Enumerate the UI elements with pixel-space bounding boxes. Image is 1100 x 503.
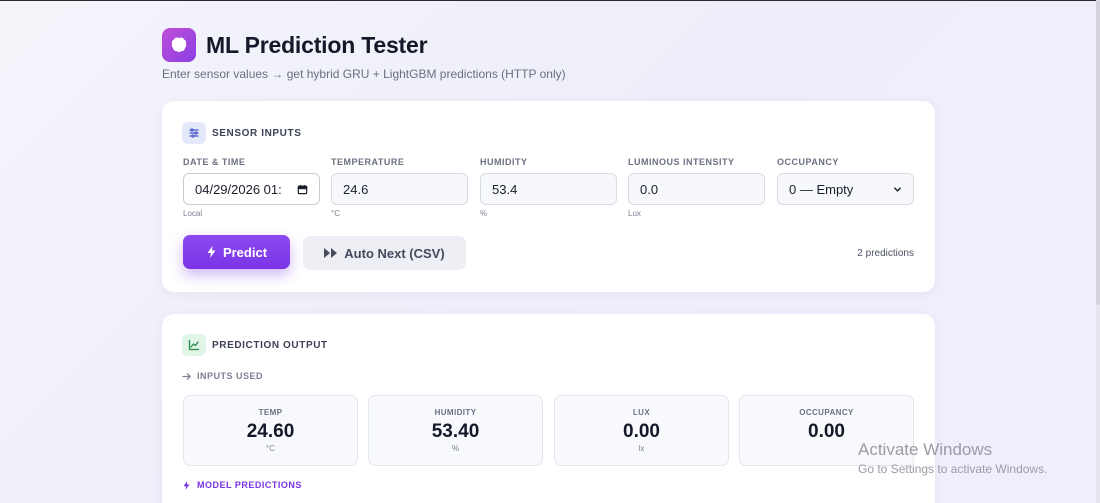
occupancy-label: OCCUPANCY xyxy=(777,157,839,167)
auto-next-button-label: Auto Next (CSV) xyxy=(344,245,445,261)
model-predictions-label: MODEL PREDICTIONS xyxy=(197,480,302,490)
page-title: ML Prediction Tester xyxy=(206,32,428,58)
humidity-hint: % xyxy=(480,209,488,218)
metric-label: HUMIDITY xyxy=(434,408,477,417)
temperature-hint: °C xyxy=(331,209,340,218)
metric-value: 0.00 xyxy=(623,421,660,442)
watermark-line2: Go to Settings to activate Windows. xyxy=(858,462,1048,476)
app-logo xyxy=(162,28,196,62)
prediction-count: 2 predictions xyxy=(857,248,914,259)
datetime-label: DATE & TIME xyxy=(183,157,246,167)
prediction-output-title: PREDICTION OUTPUT xyxy=(212,339,328,351)
temperature-field: TEMPERATURE °C xyxy=(331,157,468,218)
watermark-line1: Activate Windows xyxy=(858,440,993,459)
calendar-icon[interactable] xyxy=(297,184,308,195)
page-subtitle: Enter sensor values → get hybrid GRU + L… xyxy=(162,67,566,81)
temperature-label: TEMPERATURE xyxy=(331,157,405,167)
humidity-input[interactable] xyxy=(480,173,617,205)
window-top-border xyxy=(0,0,1100,1)
metric-value: 53.40 xyxy=(431,421,480,442)
arrow-right-icon xyxy=(182,372,191,380)
sliders-icon xyxy=(182,122,206,144)
predict-button-label: Predict xyxy=(222,244,268,260)
occupancy-value: 0 — Empty xyxy=(789,181,854,197)
humidity-label: HUMIDITY xyxy=(480,157,528,167)
prediction-output-card: PREDICTION OUTPUT INPUTS USED TEMP 24.60… xyxy=(162,314,935,503)
metric-unit: % xyxy=(451,444,460,453)
predict-button[interactable]: Predict xyxy=(183,235,290,269)
lux-label: LUMINOUS INTENSITY xyxy=(628,157,735,167)
lux-input[interactable] xyxy=(628,173,765,205)
inputs-used-header: INPUTS USED xyxy=(182,371,263,381)
metric-temp: TEMP 24.60 °C xyxy=(183,395,358,466)
brain-icon xyxy=(171,37,187,52)
lightning-icon xyxy=(183,480,190,490)
metric-label: TEMP xyxy=(258,408,283,417)
temperature-input[interactable] xyxy=(331,173,468,205)
windows-activation-watermark: Activate Windows Go to Settings to activ… xyxy=(858,440,1047,476)
humidity-field: HUMIDITY % xyxy=(480,157,617,218)
line-chart-icon xyxy=(182,334,206,356)
lux-hint: Lux xyxy=(628,209,641,218)
scrollbar-thumb[interactable] xyxy=(1096,0,1100,305)
datetime-input[interactable]: 04/29/2026 01: xyxy=(183,173,320,205)
occupancy-select[interactable]: 0 — Empty xyxy=(777,173,914,205)
lightning-icon xyxy=(207,246,216,258)
page-scrollbar[interactable] xyxy=(1096,0,1100,503)
fast-forward-icon xyxy=(324,248,338,258)
occupancy-field: OCCUPANCY 0 — Empty xyxy=(777,157,914,205)
sensor-inputs-card: SENSOR INPUTS DATE & TIME 04/29/2026 01:… xyxy=(162,101,935,292)
datetime-hint: Local xyxy=(183,209,203,218)
inputs-used-label: INPUTS USED xyxy=(197,371,264,381)
metric-label: OCCUPANCY xyxy=(799,408,854,417)
chevron-down-icon xyxy=(894,186,901,192)
datetime-value: 04/29/2026 01: xyxy=(195,181,282,197)
metric-unit: lx xyxy=(638,444,645,453)
datetime-field: DATE & TIME 04/29/2026 01: Local xyxy=(183,157,320,218)
sensor-inputs-header: SENSOR INPUTS xyxy=(182,122,301,144)
metric-lux: LUX 0.00 lx xyxy=(554,395,729,466)
metric-humidity: HUMIDITY 53.40 % xyxy=(368,395,543,466)
sensor-inputs-title: SENSOR INPUTS xyxy=(212,127,302,139)
lux-field: LUMINOUS INTENSITY Lux xyxy=(628,157,765,218)
prediction-output-header: PREDICTION OUTPUT xyxy=(182,334,328,356)
metric-value: 24.60 xyxy=(246,421,295,442)
auto-next-button[interactable]: Auto Next (CSV) xyxy=(303,236,466,270)
metric-unit: °C xyxy=(266,444,275,453)
metric-label: LUX xyxy=(632,408,651,417)
model-predictions-header: MODEL PREDICTIONS xyxy=(182,480,302,490)
